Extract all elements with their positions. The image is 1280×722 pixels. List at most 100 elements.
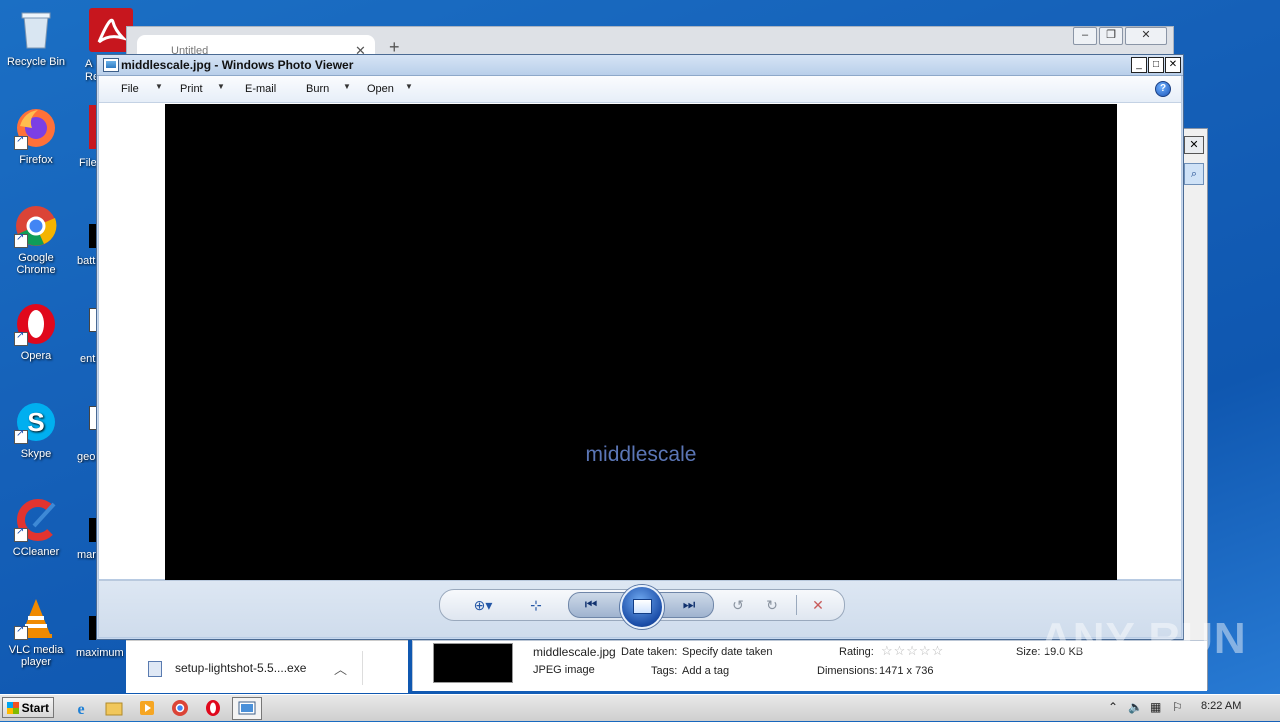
recycle-bin-icon: [14, 8, 58, 52]
details-file-name: middlescale.jpg: [533, 645, 616, 659]
desktop-icon-ccleaner[interactable]: CCleaner: [1, 498, 71, 558]
rating-stars[interactable]: ☆☆☆☆☆: [881, 643, 944, 659]
control-bar: ⊕▾ ⊹ ⏮ ⏭ ↺ ↻ ✕: [99, 580, 1181, 637]
photo-viewer-icon: [238, 701, 256, 715]
menu-email[interactable]: E-mail: [245, 83, 276, 95]
taskbar-photo-viewer[interactable]: [232, 697, 262, 720]
shortcut-arrow-icon: [14, 624, 28, 640]
ccleaner-icon: [14, 498, 58, 542]
close-button[interactable]: ✕: [1125, 27, 1167, 45]
dimensions-value: 1471 x 736: [879, 665, 934, 677]
svg-text:S: S: [27, 407, 44, 437]
opera-icon: [14, 302, 58, 346]
taskbar-opera[interactable]: [198, 697, 228, 720]
menu-bar: File ▼ Print ▼ E-mail Burn ▼ Open ▼ ?: [99, 76, 1181, 103]
window-title: middlescale.jpg - Windows Photo Viewer: [121, 58, 354, 72]
photo-viewer-window[interactable]: middlescale.jpg - Windows Photo Viewer _…: [96, 54, 1184, 640]
chrome-icon: [14, 204, 58, 248]
details-file-type: JPEG image: [533, 664, 595, 676]
desktop-icon-label: Recycle Bin: [6, 56, 66, 68]
rotate-counterclockwise-icon[interactable]: ↺: [726, 596, 750, 614]
internet-explorer-icon: e: [77, 701, 84, 718]
next-icon[interactable]: ⏭: [677, 595, 701, 613]
firefox-icon: [14, 106, 58, 150]
maximize-button[interactable]: ❐: [1099, 27, 1123, 45]
desktop-icon-label: CCleaner: [12, 546, 60, 558]
network-icon[interactable]: ▦: [1150, 700, 1161, 714]
shortcut-arrow-icon: [14, 428, 28, 444]
menu-burn[interactable]: Burn: [306, 83, 329, 95]
previous-icon[interactable]: ⏮: [579, 595, 603, 613]
tags-label: Tags:: [651, 665, 678, 677]
chevron-down-icon[interactable]: ▼: [343, 82, 351, 91]
chevron-down-icon[interactable]: ▼: [405, 82, 413, 91]
rotate-clockwise-icon[interactable]: ↻: [760, 596, 784, 614]
opera-icon: [206, 700, 220, 716]
taskbar-media-player[interactable]: [132, 697, 162, 720]
desktop-icon-vlc[interactable]: VLC media player: [1, 596, 71, 668]
media-player-icon: [140, 701, 154, 715]
shortcut-arrow-icon: [14, 526, 28, 542]
shortcut-arrow-icon: [14, 232, 28, 248]
desktop-icon-recycle-bin[interactable]: Recycle Bin: [1, 8, 71, 68]
tags-value[interactable]: Add a tag: [682, 665, 729, 677]
help-icon[interactable]: ?: [1155, 81, 1171, 97]
download-file-name[interactable]: setup-lightshot-5.5....exe: [175, 661, 306, 675]
desktop-icon-label: Google Chrome: [16, 252, 56, 276]
show-hidden-icons-icon[interactable]: ⌃: [1108, 700, 1118, 714]
clock[interactable]: 8:22 AM: [1201, 700, 1241, 712]
divider: [362, 651, 363, 685]
date-taken-value[interactable]: Specify date taken: [682, 646, 773, 658]
title-bar[interactable]: middlescale.jpg - Windows Photo Viewer _…: [97, 55, 1183, 76]
svg-text:e: e: [77, 701, 84, 718]
desktop-icon-label: Opera: [20, 350, 52, 362]
taskbar: Start e ⌃ 🔈 ▦ ⚐ 8:22 AM: [0, 694, 1280, 721]
menu-print[interactable]: Print: [180, 83, 203, 95]
background-side-window: [1182, 128, 1208, 690]
download-bar: setup-lightshot-5.5....exe ︿: [126, 640, 408, 693]
desktop-icon-label: Firefox: [19, 154, 53, 166]
shortcut-arrow-icon: [14, 134, 28, 150]
shortcut-arrow-icon: [14, 330, 28, 346]
action-center-icon[interactable]: ⚐: [1172, 700, 1183, 714]
search-icon[interactable]: ⌕: [1184, 163, 1204, 185]
taskbar-ie[interactable]: e: [66, 697, 96, 720]
speaker-icon[interactable]: 🔈: [1128, 700, 1143, 714]
slideshow-button[interactable]: [620, 585, 664, 629]
rating-label: Rating:: [839, 646, 874, 658]
dimensions-label: Dimensions:: [817, 665, 878, 677]
zoom-icon[interactable]: ⊕▾: [466, 596, 500, 614]
image-canvas: middlescale: [99, 103, 1181, 580]
displayed-image: middlescale: [165, 104, 1117, 580]
vlc-icon: [14, 596, 58, 640]
start-button[interactable]: Start: [2, 697, 54, 718]
close-button[interactable]: ✕: [1165, 57, 1181, 73]
maximize-button[interactable]: □: [1148, 57, 1164, 73]
chevron-down-icon[interactable]: ▼: [217, 82, 225, 91]
taskbar-explorer[interactable]: [99, 697, 129, 720]
image-caption: middlescale: [585, 443, 697, 466]
size-label: Size:: [1016, 646, 1041, 658]
actual-size-icon[interactable]: ⊹: [524, 596, 548, 614]
system-tray: ⌃ 🔈 ▦ ⚐ 8:22 AM: [1102, 695, 1280, 721]
minimize-button[interactable]: –: [1073, 27, 1097, 45]
chevron-down-icon[interactable]: ▼: [155, 82, 163, 91]
skype-icon: S: [14, 400, 58, 444]
menu-file[interactable]: File: [121, 83, 139, 95]
folder-icon: [105, 702, 123, 716]
menu-open[interactable]: Open: [367, 83, 394, 95]
controls-pill: ⊕▾ ⊹ ⏮ ⏭ ↺ ↻ ✕: [439, 585, 845, 629]
minimize-button[interactable]: _: [1131, 57, 1147, 73]
delete-icon[interactable]: ✕: [806, 596, 830, 614]
date-taken-label: Date taken:: [621, 646, 678, 658]
divider: [796, 595, 797, 615]
desktop-icon-firefox[interactable]: Firefox: [1, 106, 71, 166]
taskbar-chrome[interactable]: [165, 697, 195, 720]
chrome-icon: [172, 700, 188, 716]
close-icon[interactable]: ✕: [1184, 136, 1204, 154]
desktop-icon-chrome[interactable]: Google Chrome: [1, 204, 71, 276]
chevron-up-icon[interactable]: ︿: [334, 659, 347, 678]
desktop-icon-skype[interactable]: S Skype: [1, 400, 71, 460]
desktop-icon-opera[interactable]: Opera: [1, 302, 71, 362]
image-thumbnail: [433, 643, 513, 683]
